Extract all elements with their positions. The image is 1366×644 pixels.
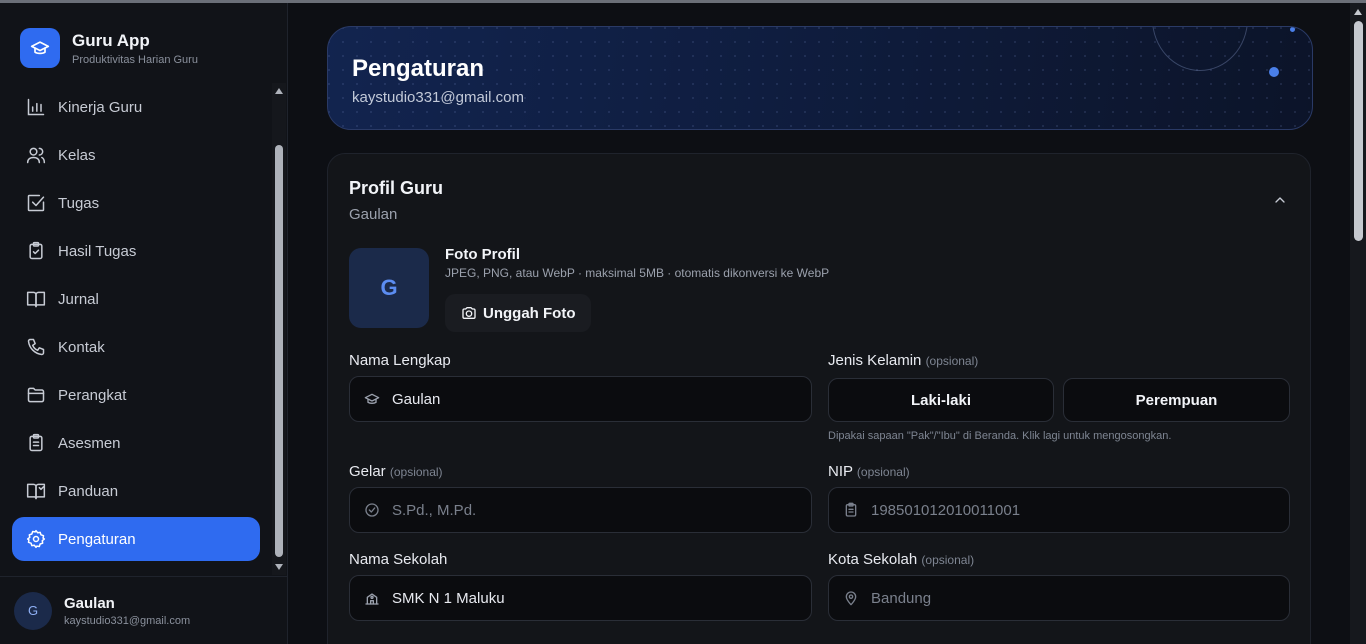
page-subtitle: kaystudio331@gmail.com [352, 89, 524, 106]
kota-sekolah-input[interactable]: Bandung [828, 575, 1290, 621]
nip-placeholder: 198501012010011001 [871, 501, 1021, 519]
sidebar-item-label: Panduan [58, 482, 119, 500]
sidebar-item-label: Asesmen [58, 434, 121, 452]
sidebar-item-label: Kelas [58, 146, 96, 164]
nama-lengkap-value: Gaulan [392, 390, 441, 408]
scroll-up-arrow-icon[interactable] [275, 88, 283, 94]
checkbox-icon [27, 194, 45, 212]
photo-title: Foto Profil [445, 246, 520, 263]
photo-hint: JPEG, PNG, atau WebP · maksimal 5MB · ot… [445, 266, 830, 280]
sidebar-item-kelas[interactable]: Kelas [12, 133, 260, 177]
sidebar-item-tugas[interactable]: Tugas [12, 181, 260, 225]
optional-tag: (opsional) [925, 354, 979, 368]
decorative-dot [1290, 27, 1295, 32]
gelar-placeholder: S.Pd., M.Pd. [392, 501, 477, 519]
gender-help-text: Dipakai sapaan "Pak"/"Ibu" di Beranda. K… [828, 430, 1172, 442]
map-pin-icon [845, 591, 857, 606]
avatar: G [14, 591, 52, 630]
user-email: kaystudio331@gmail.com [64, 614, 191, 627]
main-content: Pengaturan kaystudio331@gmail.com Profil… [289, 3, 1350, 644]
profile-photo-placeholder: G [349, 248, 429, 328]
nama-sekolah-value: SMK N 1 Maluku [392, 589, 505, 607]
window-scrollbar-thumb[interactable] [1354, 21, 1363, 241]
graduation-cap-icon [20, 28, 60, 68]
optional-tag: (opsional) [921, 553, 975, 567]
sidebar-item-label: Hasil Tugas [58, 242, 137, 260]
sidebar-item-jurnal[interactable]: Jurnal [12, 277, 260, 321]
book-guide-icon [26, 483, 46, 500]
graduation-cap-icon [364, 393, 380, 404]
sidebar-item-label: Pengaturan [58, 530, 136, 548]
scroll-down-arrow-icon[interactable] [275, 564, 283, 570]
sidebar-item-kontak[interactable]: Kontak [12, 325, 260, 369]
users-icon [26, 147, 46, 164]
sidebar-item-label: Jurnal [58, 290, 99, 308]
sidebar: Guru App Produktivitas Harian Guru Kiner… [0, 3, 288, 644]
brand[interactable]: Guru App Produktivitas Harian Guru [20, 28, 198, 68]
clipboard-list-icon [29, 433, 43, 452]
camera-icon [462, 307, 476, 319]
gender-option-perempuan[interactable]: Perempuan [1063, 378, 1290, 422]
chevron-up-icon[interactable] [1272, 192, 1288, 208]
sidebar-item-pengaturan[interactable]: Pengaturan [12, 517, 260, 561]
gender-option-laki-laki[interactable]: Laki-laki [828, 378, 1054, 422]
sidebar-item-hasil-tugas[interactable]: Hasil Tugas [12, 229, 260, 273]
sidebar-item-panduan[interactable]: Panduan [12, 469, 260, 513]
clipboard-check-icon [29, 241, 43, 260]
upload-photo-button[interactable]: Unggah Foto [445, 294, 592, 332]
sidebar-item-label: Kinerja Guru [58, 98, 143, 116]
id-card-icon [845, 502, 857, 517]
user-name: Gaulan [64, 594, 115, 612]
decorative-dot [1269, 67, 1279, 77]
optional-tag: (opsional) [856, 465, 910, 479]
section-title: Profil Guru [349, 178, 443, 198]
sidebar-scrollbar[interactable] [272, 83, 286, 575]
user-profile-footer[interactable]: G Gaulan kaystudio331@gmail.com [0, 576, 287, 644]
nama-sekolah-input[interactable]: SMK N 1 Maluku [349, 575, 812, 621]
nama-sekolah-label: Nama Sekolah [349, 551, 448, 568]
sidebar-item-label: Perangkat [58, 386, 127, 404]
badge-check-icon [365, 503, 379, 517]
nama-lengkap-input[interactable]: Gaulan [349, 376, 812, 422]
page-header: Pengaturan kaystudio331@gmail.com [327, 26, 1313, 130]
gear-icon [26, 529, 46, 549]
folder-icon [27, 387, 45, 403]
nama-lengkap-label: Nama Lengkap [349, 352, 451, 369]
page-title: Pengaturan [352, 55, 485, 82]
section-subtitle: Gaulan [349, 206, 398, 223]
school-building-icon [365, 593, 379, 605]
nip-label: NIP (opsional) [828, 463, 910, 480]
app-tagline: Produktivitas Harian Guru [72, 53, 198, 66]
kota-sekolah-label: Kota Sekolah (opsional) [828, 551, 975, 568]
decorative-ring [1152, 27, 1248, 71]
optional-tag: (opsional) [389, 465, 443, 479]
profile-section: Profil Guru Gaulan G Foto Profil JPEG, P… [327, 153, 1311, 644]
bar-chart-icon [27, 98, 45, 116]
sidebar-item-kinerja-guru[interactable]: Kinerja Guru [12, 85, 260, 129]
gelar-label: Gelar (opsional) [349, 463, 443, 480]
gelar-input[interactable]: S.Pd., M.Pd. [349, 487, 812, 533]
nip-input[interactable]: 198501012010011001 [828, 487, 1290, 533]
app-name: Guru App [72, 30, 150, 50]
sidebar-nav: Kinerja Guru Kelas Tugas Hasil Tugas Jur… [12, 85, 260, 565]
sidebar-item-label: Kontak [58, 338, 105, 356]
phone-icon [27, 338, 45, 356]
sidebar-item-perangkat[interactable]: Perangkat [12, 373, 260, 417]
scroll-up-arrow-icon[interactable] [1354, 9, 1362, 15]
book-open-icon [26, 291, 46, 308]
sidebar-item-label: Tugas [58, 194, 100, 212]
kota-sekolah-placeholder: Bandung [871, 589, 932, 607]
jenis-kelamin-label: Jenis Kelamin (opsional) [828, 352, 979, 369]
window-scrollbar[interactable] [1350, 3, 1366, 644]
sidebar-scrollbar-thumb[interactable] [275, 145, 283, 557]
upload-photo-label: Unggah Foto [483, 304, 576, 322]
sidebar-item-asesmen[interactable]: Asesmen [12, 421, 260, 465]
